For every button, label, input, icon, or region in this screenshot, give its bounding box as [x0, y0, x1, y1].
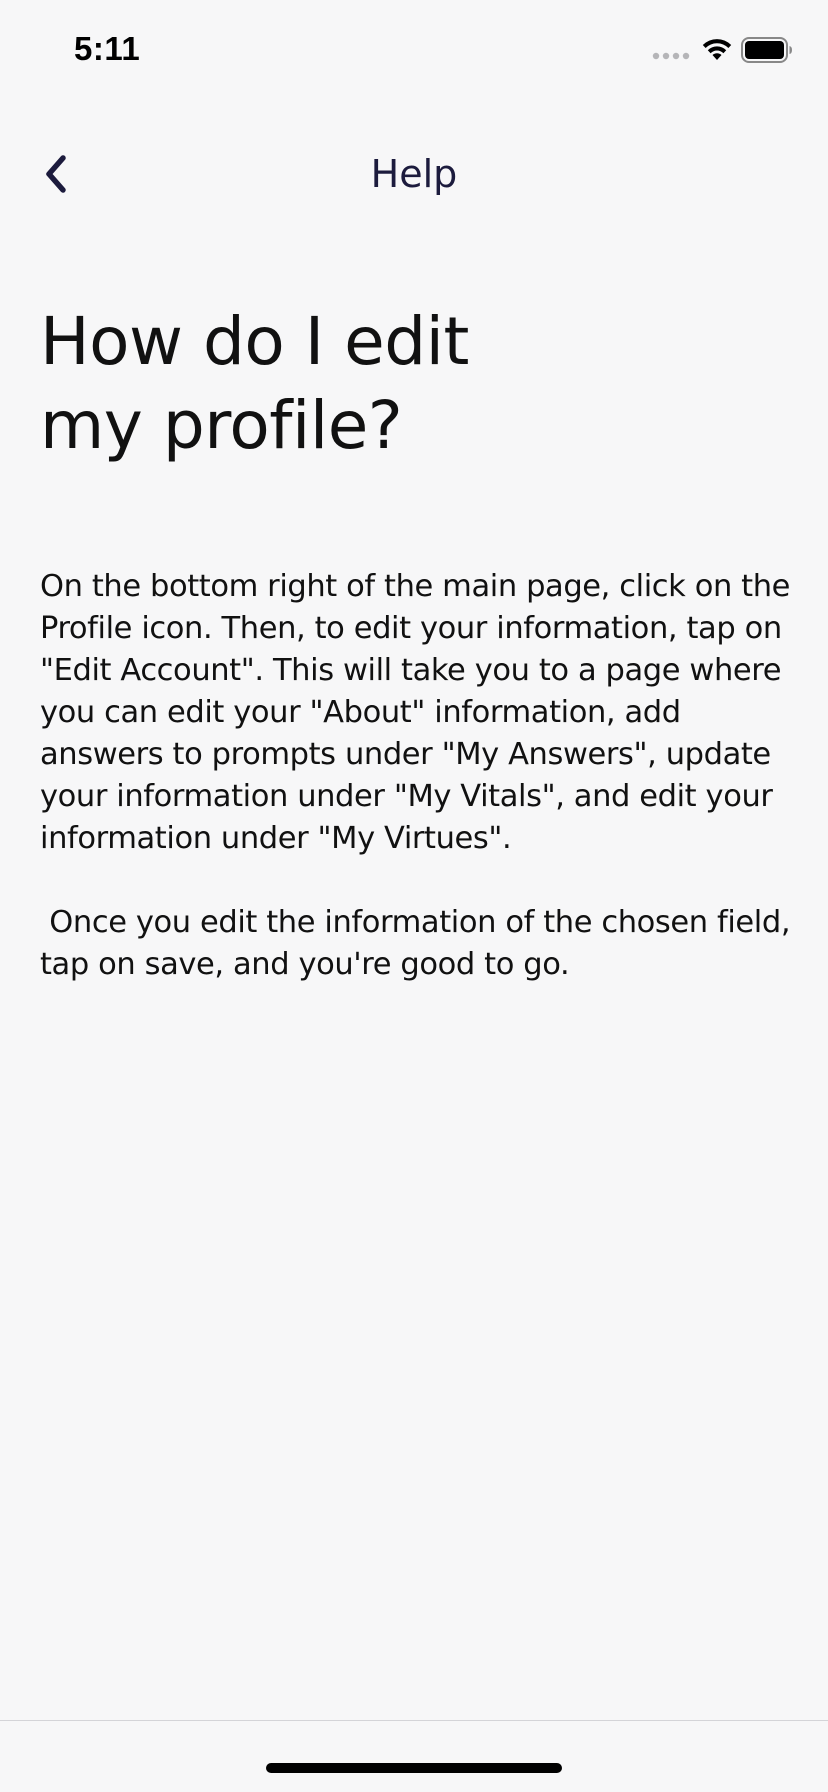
status-bar: 5:11	[0, 0, 828, 100]
battery-icon	[741, 37, 792, 63]
home-indicator[interactable]	[266, 1763, 562, 1773]
article-paragraph: On the bottom right of the main page, cl…	[40, 569, 791, 856]
wifi-icon	[702, 39, 732, 60]
cellular-signal-icon	[652, 52, 690, 60]
nav-bar: Help	[0, 130, 828, 226]
status-time: 5:11	[74, 30, 141, 67]
article-body: On the bottom right of the main page, cl…	[40, 566, 800, 986]
bottom-divider	[0, 1720, 828, 1721]
article-paragraph: Once you edit the information of the cho…	[40, 905, 800, 982]
nav-title: Help	[370, 152, 458, 196]
help-screen: 5:11 Help How do I edit my profile? On t…	[0, 0, 828, 1792]
page-title-line-2: my profile?	[40, 387, 403, 464]
page-title-line-1: How do I edit	[40, 303, 469, 380]
page-title: How do I edit my profile?	[40, 300, 760, 468]
